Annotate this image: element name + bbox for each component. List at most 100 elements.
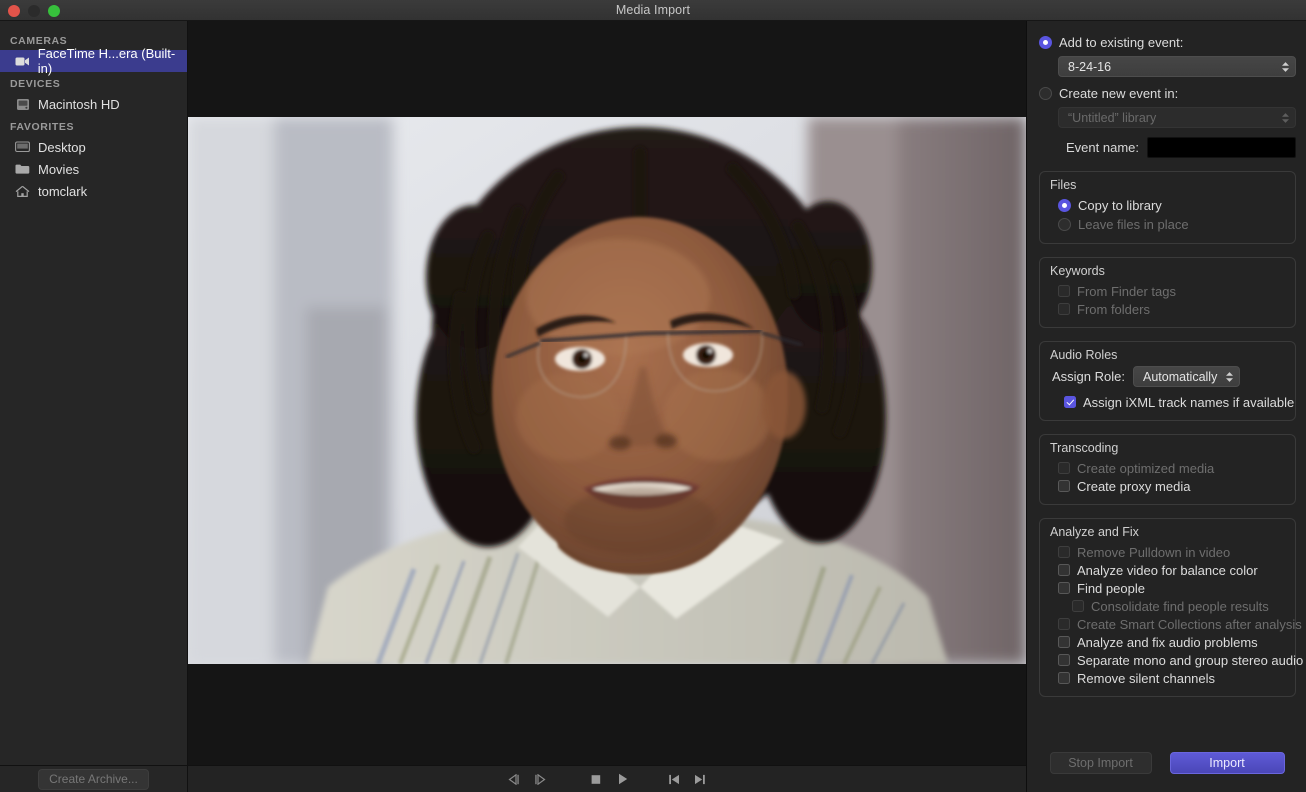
existing-event-popup[interactable]: 8-24-16 xyxy=(1058,56,1296,77)
create-optimized-media-label: Create optimized media xyxy=(1077,461,1214,476)
video-camera-icon xyxy=(14,54,31,69)
find-people-label: Find people xyxy=(1077,581,1145,596)
sidebar-item-movies[interactable]: Movies xyxy=(0,158,187,180)
from-folders-option[interactable]: From folders xyxy=(1050,300,1285,318)
sidebar-item-desktop[interactable]: Desktop xyxy=(0,136,187,158)
sidebar-item-label: Desktop xyxy=(38,140,86,155)
checkbox-find-people[interactable] xyxy=(1058,582,1070,594)
video-frame-image xyxy=(188,117,1026,664)
separate-mono-stereo-label: Separate mono and group stereo audio xyxy=(1077,653,1303,668)
assign-ixml-option[interactable]: Assign iXML track names if available xyxy=(1050,393,1285,411)
stop-button[interactable] xyxy=(583,769,609,789)
analyze-balance-color-option[interactable]: Analyze video for balance color xyxy=(1050,561,1285,579)
event-name-row: Event name: xyxy=(1039,137,1296,158)
stepper-chevrons-icon xyxy=(1225,371,1234,382)
video-preview[interactable] xyxy=(188,117,1026,664)
create-proxy-media-option[interactable]: Create proxy media xyxy=(1050,477,1285,495)
import-button[interactable]: Import xyxy=(1170,752,1285,774)
media-import-window: Media Import CAMERAS FaceTime H...era (B… xyxy=(0,0,1306,792)
create-new-label: Create new event in: xyxy=(1059,86,1178,101)
skip-to-start-button[interactable] xyxy=(661,769,687,789)
transport-controls xyxy=(501,769,713,789)
sidebar-item-tomclark[interactable]: tomclark xyxy=(0,180,187,202)
create-smart-collections-label: Create Smart Collections after analysis xyxy=(1077,617,1302,632)
files-group: Files Copy to library Leave files in pla… xyxy=(1039,171,1296,244)
checkbox-separate-mono-stereo[interactable] xyxy=(1058,654,1070,666)
sidebar-item-facetime-camera[interactable]: FaceTime H...era (Built-in) xyxy=(0,50,187,72)
library-popup[interactable]: “Untitled” library xyxy=(1058,107,1296,128)
radio-add-existing[interactable] xyxy=(1039,36,1052,49)
skip-to-end-button[interactable] xyxy=(687,769,713,789)
add-to-existing-event-option[interactable]: Add to existing event: xyxy=(1039,33,1296,52)
existing-event-value: 8-24-16 xyxy=(1068,60,1111,74)
from-folders-label: From folders xyxy=(1077,302,1150,317)
remove-pulldown-option[interactable]: Remove Pulldown in video xyxy=(1050,543,1285,561)
assign-role-popup[interactable]: Automatically xyxy=(1133,366,1240,387)
audio-roles-group: Audio Roles Assign Role: Automatically A… xyxy=(1039,341,1296,421)
play-button[interactable] xyxy=(609,769,635,789)
step-forward-button[interactable] xyxy=(527,769,553,789)
radio-leave-files[interactable] xyxy=(1058,218,1071,231)
from-finder-tags-option[interactable]: From Finder tags xyxy=(1050,282,1285,300)
titlebar: Media Import xyxy=(0,0,1306,21)
create-archive-button[interactable]: Create Archive... xyxy=(38,769,149,790)
radio-copy-to-library[interactable] xyxy=(1058,199,1071,212)
transcoding-group: Transcoding Create optimized media Creat… xyxy=(1039,434,1296,505)
preview-area xyxy=(188,21,1026,765)
step-backward-button[interactable] xyxy=(501,769,527,789)
consolidate-find-people-label: Consolidate find people results xyxy=(1091,599,1269,614)
close-button[interactable] xyxy=(8,5,20,17)
copy-to-library-option[interactable]: Copy to library xyxy=(1050,196,1285,215)
assign-role-row: Assign Role: Automatically xyxy=(1052,366,1285,387)
create-new-event-option[interactable]: Create new event in: xyxy=(1039,84,1296,103)
remove-silent-channels-option[interactable]: Remove silent channels xyxy=(1050,669,1285,687)
step-forward-icon xyxy=(533,774,547,785)
analyze-fix-audio-label: Analyze and fix audio problems xyxy=(1077,635,1258,650)
transcoding-group-title: Transcoding xyxy=(1050,441,1285,455)
stop-icon xyxy=(590,774,602,785)
checkbox-remove-pulldown[interactable] xyxy=(1058,546,1070,558)
analyze-and-fix-group-title: Analyze and Fix xyxy=(1050,525,1285,539)
sidebar-item-label: FaceTime H...era (Built-in) xyxy=(38,46,187,76)
add-existing-label: Add to existing event: xyxy=(1059,35,1183,50)
checkbox-assign-ixml[interactable] xyxy=(1064,396,1076,408)
consolidate-find-people-option[interactable]: Consolidate find people results xyxy=(1050,597,1285,615)
checkbox-consolidate-find-people[interactable] xyxy=(1072,600,1084,612)
create-smart-collections-option[interactable]: Create Smart Collections after analysis xyxy=(1050,615,1285,633)
sidebar-group-favorites: FAVORITES xyxy=(0,115,187,136)
checkbox-create-smart-collections[interactable] xyxy=(1058,618,1070,630)
analyze-fix-audio-option[interactable]: Analyze and fix audio problems xyxy=(1050,633,1285,651)
stop-import-button[interactable]: Stop Import xyxy=(1050,752,1152,774)
checkbox-create-optimized-media[interactable] xyxy=(1058,462,1070,474)
checkbox-from-folders[interactable] xyxy=(1058,303,1070,315)
zoom-button[interactable] xyxy=(48,5,60,17)
remove-silent-channels-label: Remove silent channels xyxy=(1077,671,1215,686)
hard-drive-icon xyxy=(14,97,31,112)
window-title: Media Import xyxy=(0,3,1306,17)
find-people-option[interactable]: Find people xyxy=(1050,579,1285,597)
audio-roles-group-title: Audio Roles xyxy=(1050,348,1285,362)
separate-mono-stereo-option[interactable]: Separate mono and group stereo audio xyxy=(1050,651,1285,669)
checkbox-remove-silent-channels[interactable] xyxy=(1058,672,1070,684)
import-settings-inspector: Add to existing event: 8-24-16 Create ne… xyxy=(1026,21,1306,792)
event-name-input[interactable] xyxy=(1147,137,1296,158)
checkbox-from-finder-tags[interactable] xyxy=(1058,285,1070,297)
create-optimized-media-option[interactable]: Create optimized media xyxy=(1050,459,1285,477)
play-icon xyxy=(616,773,629,785)
assign-role-label: Assign Role: xyxy=(1052,369,1125,384)
stepper-chevrons-icon xyxy=(1281,61,1290,72)
sidebar-item-label: Movies xyxy=(38,162,79,177)
inspector-footer: Stop Import Import xyxy=(1027,752,1306,774)
checkbox-analyze-fix-audio[interactable] xyxy=(1058,636,1070,648)
analyze-and-fix-group: Analyze and Fix Remove Pulldown in video… xyxy=(1039,518,1296,697)
radio-create-new[interactable] xyxy=(1039,87,1052,100)
sidebar-item-macintosh-hd[interactable]: Macintosh HD xyxy=(0,93,187,115)
minimize-button[interactable] xyxy=(28,5,40,17)
leave-files-label: Leave files in place xyxy=(1078,217,1189,232)
leave-files-in-place-option[interactable]: Leave files in place xyxy=(1050,215,1285,234)
skip-end-icon xyxy=(693,774,707,785)
checkbox-analyze-balance-color[interactable] xyxy=(1058,564,1070,576)
files-group-title: Files xyxy=(1050,178,1285,192)
step-back-icon xyxy=(507,774,521,785)
checkbox-create-proxy-media[interactable] xyxy=(1058,480,1070,492)
